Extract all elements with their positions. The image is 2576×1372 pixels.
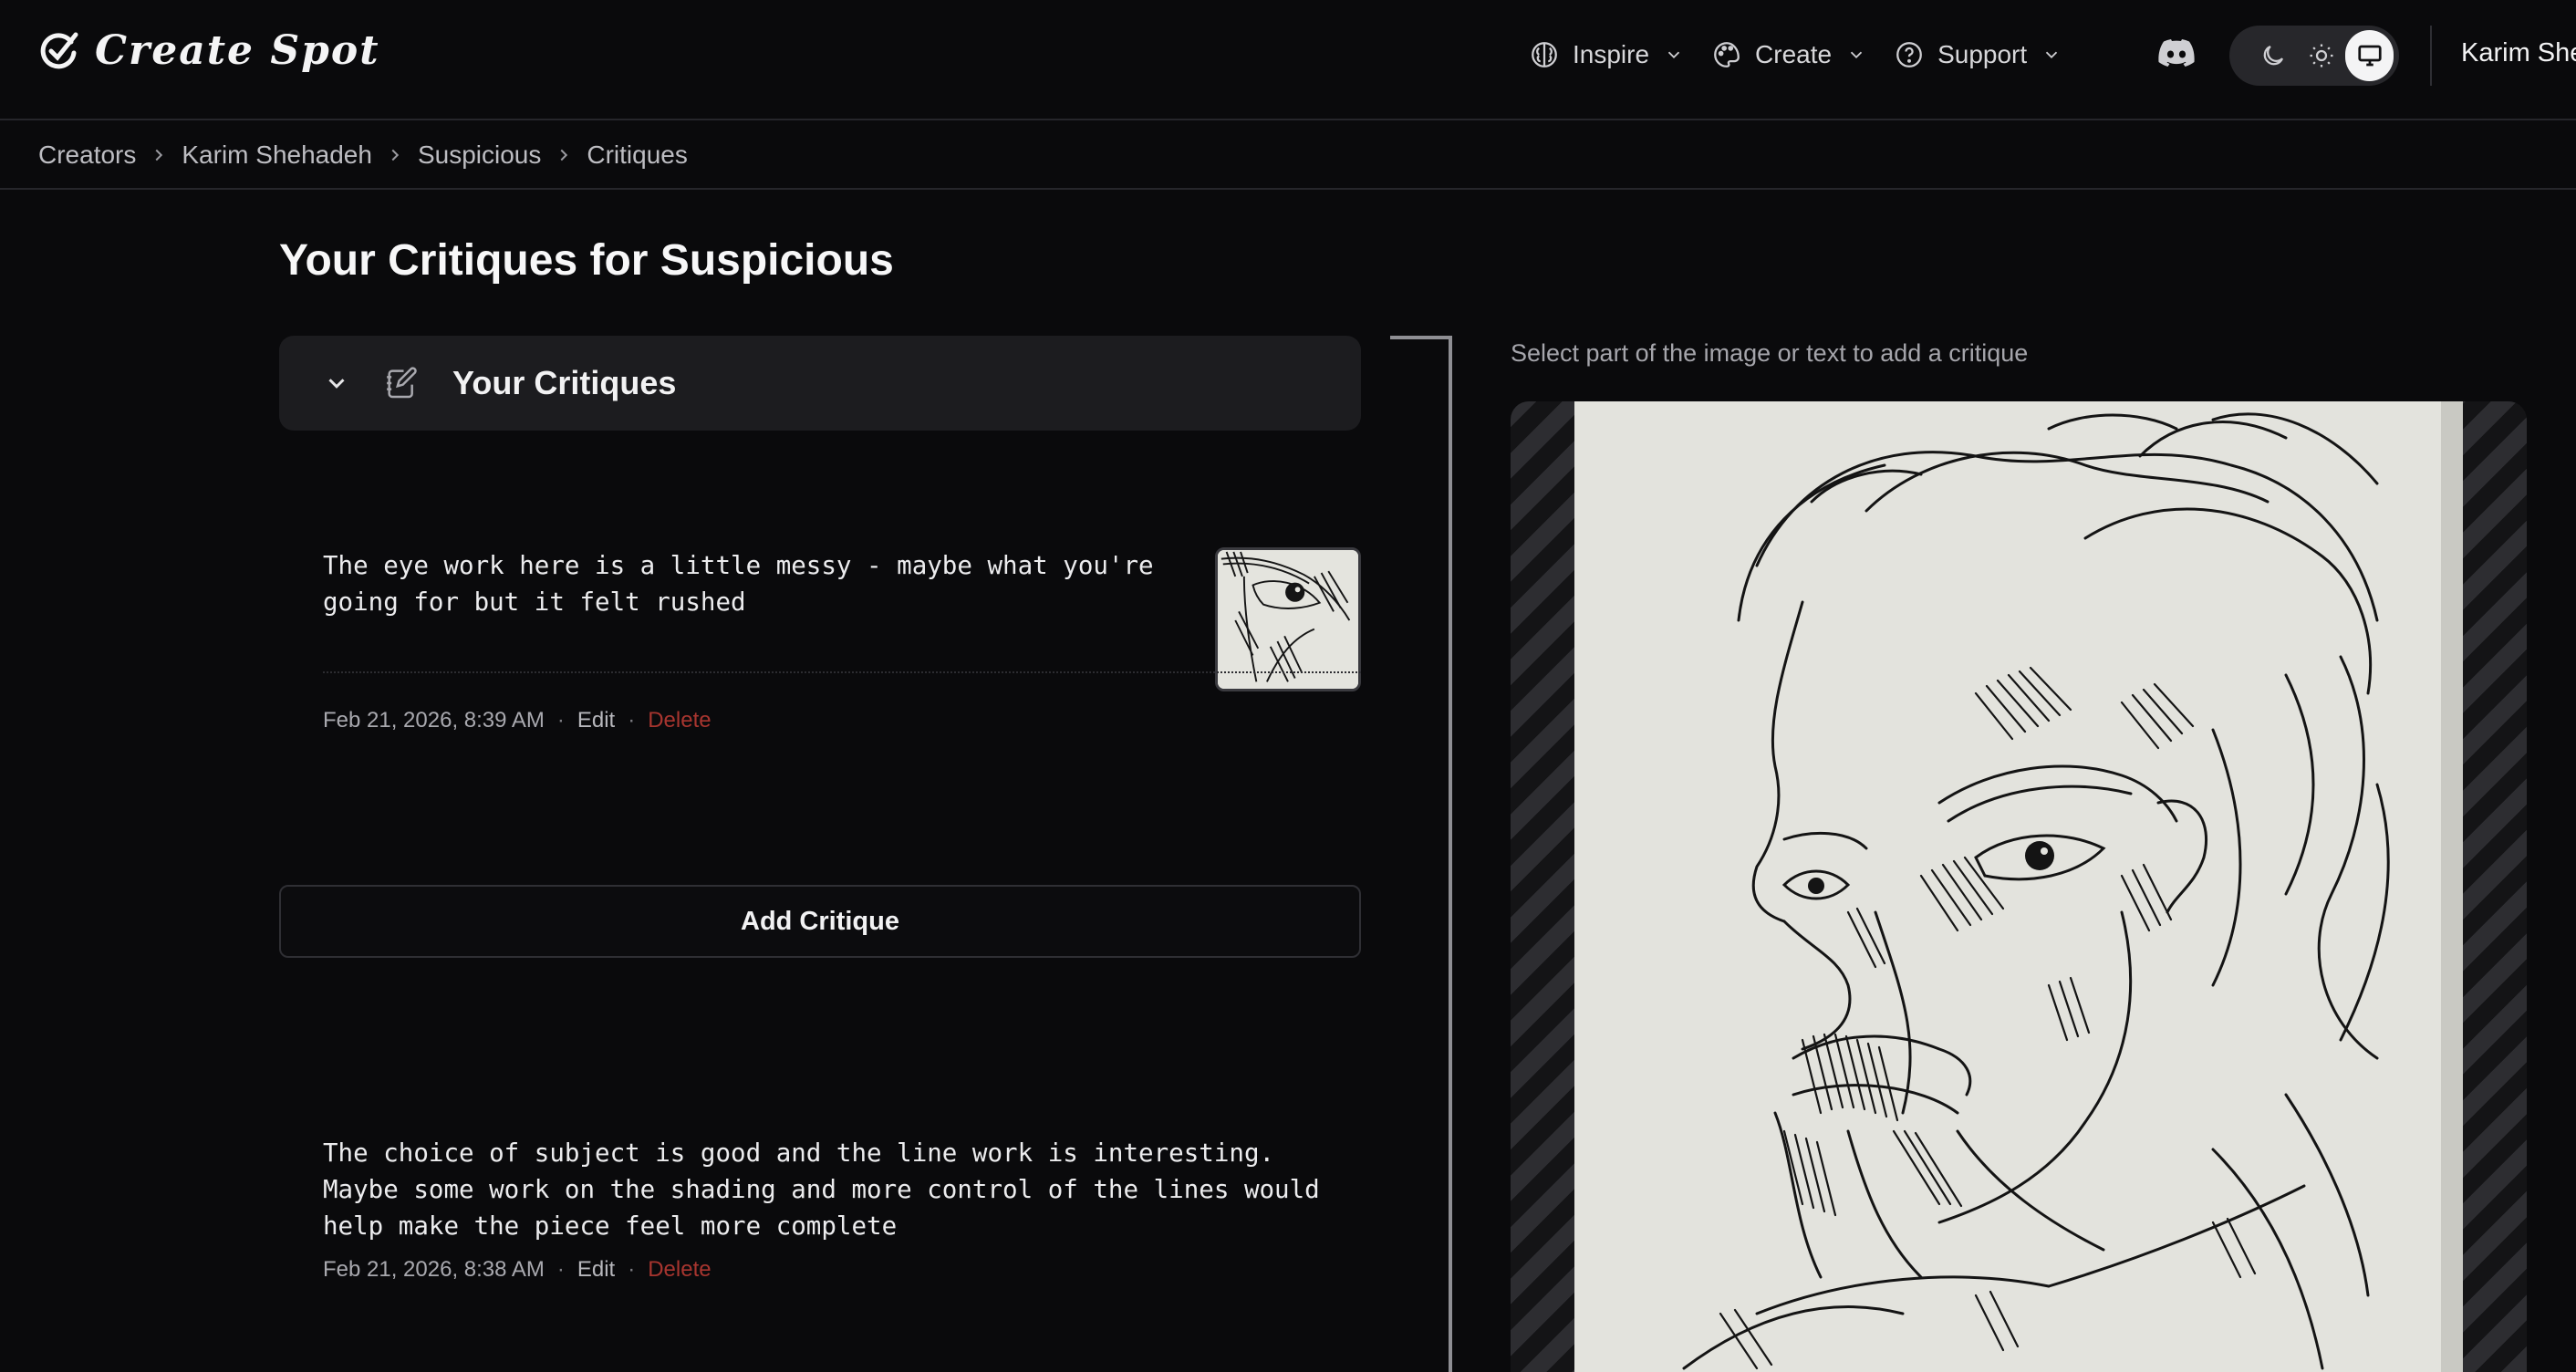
breadcrumb-creators[interactable]: Creators [38, 140, 136, 170]
moon-icon [2264, 45, 2284, 66]
eye-sketch-thumbnail [1218, 550, 1358, 689]
nav-create-label: Create [1755, 40, 1833, 68]
add-critique-button[interactable]: Add Critique [279, 885, 1361, 958]
chevron-down-icon [1667, 51, 1680, 59]
breadcrumb: Creators Karim Shehadeh Suspicious Criti… [38, 135, 688, 175]
meta-separator: · [556, 708, 565, 733]
page-title: Your Critiques for Suspicious [279, 236, 894, 285]
breadcrumb-creator[interactable]: Karim Shehadeh [182, 140, 372, 170]
chevron-down-icon [1850, 51, 1863, 59]
check-circle-icon [40, 32, 78, 68]
critique-date: Feb 21, 2026, 8:38 AM [323, 1257, 545, 1282]
user-menu[interactable]: Karim She [2461, 38, 2576, 68]
chevron-down-icon[interactable] [323, 369, 350, 397]
artwork-viewer [1511, 401, 2527, 1372]
nav-support[interactable]: Support [1894, 39, 2062, 70]
critique-text: The eye work here is a little messy - ma… [323, 551, 1154, 617]
edit-critique-link[interactable]: Edit [577, 708, 615, 733]
critique-item: The eye work here is a little messy - ma… [279, 431, 1361, 766]
panel-connector [1390, 336, 1452, 339]
theme-system-button[interactable] [2345, 30, 2394, 81]
breadcrumb-divider [0, 188, 2576, 190]
chevron-right-icon [391, 149, 400, 161]
brain-icon [1532, 42, 1557, 68]
delete-critique-link[interactable]: Delete [648, 708, 711, 733]
critique-meta: Feb 21, 2026, 8:39 AM · Edit · Delete [323, 708, 712, 733]
nav-support-label: Support [1937, 40, 2028, 68]
nav-inspire[interactable]: Inspire [1529, 39, 1684, 70]
critique-date: Feb 21, 2026, 8:39 AM [323, 708, 545, 733]
critique-text: The choice of subject is good and the li… [323, 1138, 1320, 1241]
theme-light-button[interactable] [2298, 30, 2346, 81]
edit-critique-link[interactable]: Edit [577, 1257, 615, 1283]
brand-name: Create Spot [95, 27, 380, 74]
discord-icon[interactable] [2158, 38, 2195, 68]
panel-connector-line [1449, 336, 1452, 1372]
sun-icon [2310, 44, 2333, 68]
breadcrumb-artwork[interactable]: Suspicious [418, 140, 541, 170]
nav-create[interactable]: Create [1711, 39, 1866, 70]
critique-thumbnail[interactable] [1215, 547, 1361, 691]
brand-logo[interactable]: Create Spot [36, 27, 380, 74]
critiques-panel: Your Critiques The eye work here is a li… [279, 336, 1361, 1282]
theme-switcher [2229, 26, 2399, 86]
breadcrumb-current: Critiques [587, 140, 688, 169]
nav-divider [2430, 26, 2432, 86]
nav-inspire-label: Inspire [1573, 40, 1650, 68]
critiques-panel-header[interactable]: Your Critiques [279, 336, 1361, 431]
critiques-panel-title: Your Critiques [452, 364, 677, 401]
ink-portrait-drawing [1574, 401, 2463, 1372]
chevron-right-icon [560, 149, 568, 161]
palette-icon [1714, 42, 1740, 68]
delete-critique-link[interactable]: Delete [648, 1257, 711, 1283]
chevron-down-icon [2046, 51, 2058, 59]
theme-dark-button[interactable] [2249, 30, 2298, 81]
selection-hint: Select part of the image or text to add … [1511, 339, 2029, 367]
meta-separator: · [628, 708, 636, 733]
chevron-right-icon [155, 149, 163, 161]
meta-separator: · [628, 1257, 636, 1282]
main-nav: Inspire Create Support [1529, 33, 2062, 77]
monitor-icon [2358, 45, 2382, 67]
artwork-image[interactable] [1574, 401, 2463, 1372]
notebook-pen-icon [387, 367, 417, 399]
critique-divider [323, 671, 1361, 673]
top-navigation-bar: Create Spot Inspire Create Support Karim… [0, 0, 2576, 120]
help-circle-icon [1896, 42, 1922, 68]
critique-meta: Feb 21, 2026, 8:38 AM · Edit · Delete [323, 1257, 712, 1283]
meta-separator: · [556, 1257, 565, 1282]
